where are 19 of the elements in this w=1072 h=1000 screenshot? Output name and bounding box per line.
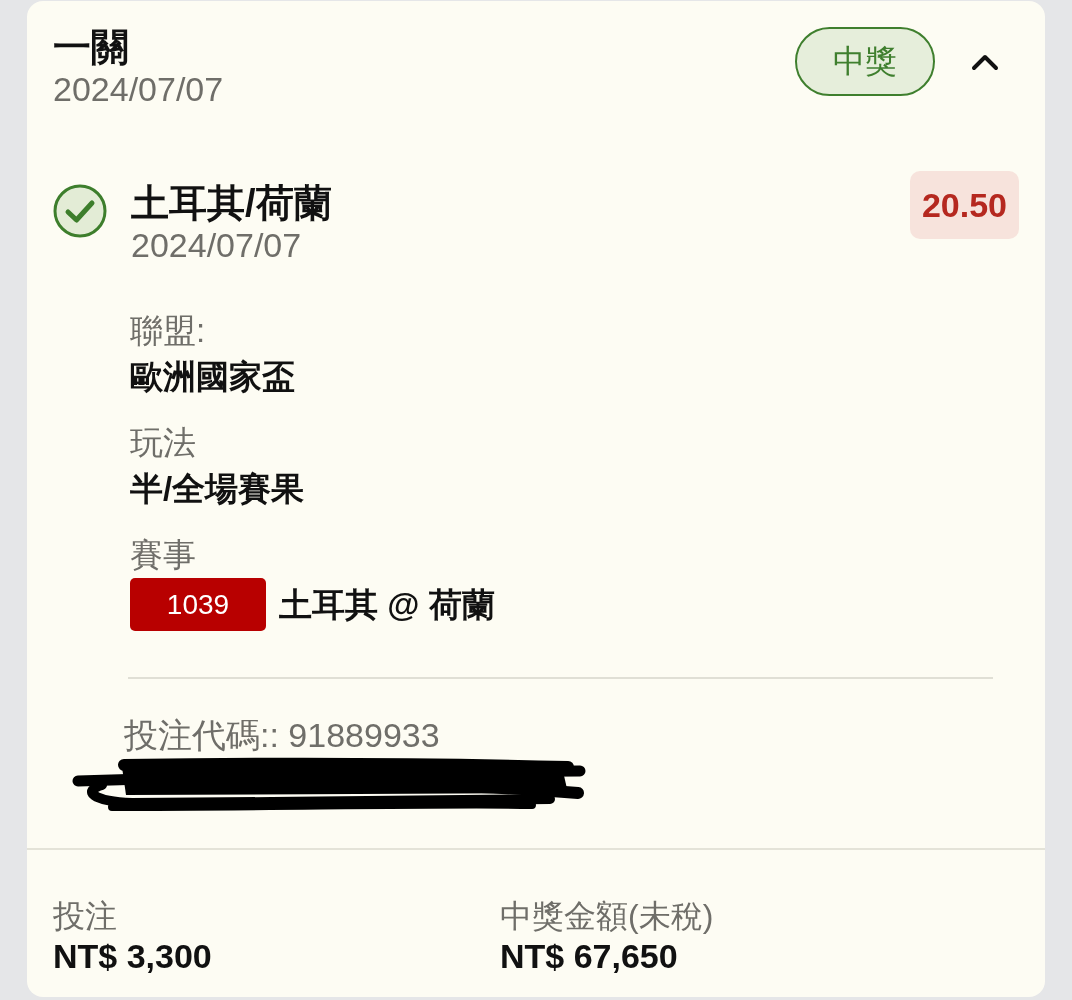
- summary-label: 中獎金額(未稅): [500, 897, 715, 936]
- detail-label: 聯盟:: [130, 311, 207, 351]
- detail-label: 賽事: [130, 535, 197, 575]
- selection-date: 2024/07/07: [131, 225, 303, 265]
- match-teams: 土耳其 @ 荷蘭: [279, 584, 495, 625]
- collapse-chevron-icon[interactable]: [971, 52, 999, 71]
- detail-label: 玩法: [130, 423, 197, 463]
- summary-value: NT$ 67,650: [500, 936, 679, 976]
- status-badge: 中獎: [795, 27, 935, 96]
- selection-match: 土耳其/荷蘭: [131, 181, 333, 225]
- summary-value: NT$ 3,300: [53, 936, 213, 976]
- bet-code: 投注代碼:: 91889933: [124, 715, 441, 755]
- summary-label: 投注: [53, 897, 118, 936]
- bet-date: 2024/07/07: [53, 69, 224, 109]
- match-number-tag: 1039: [130, 578, 266, 631]
- odds-badge: 20.50: [909, 171, 1019, 239]
- bet-title: 一關: [53, 25, 130, 69]
- detail-value: 半/全場賽果: [130, 469, 306, 509]
- detail-value: 歐洲國家盃: [130, 357, 296, 397]
